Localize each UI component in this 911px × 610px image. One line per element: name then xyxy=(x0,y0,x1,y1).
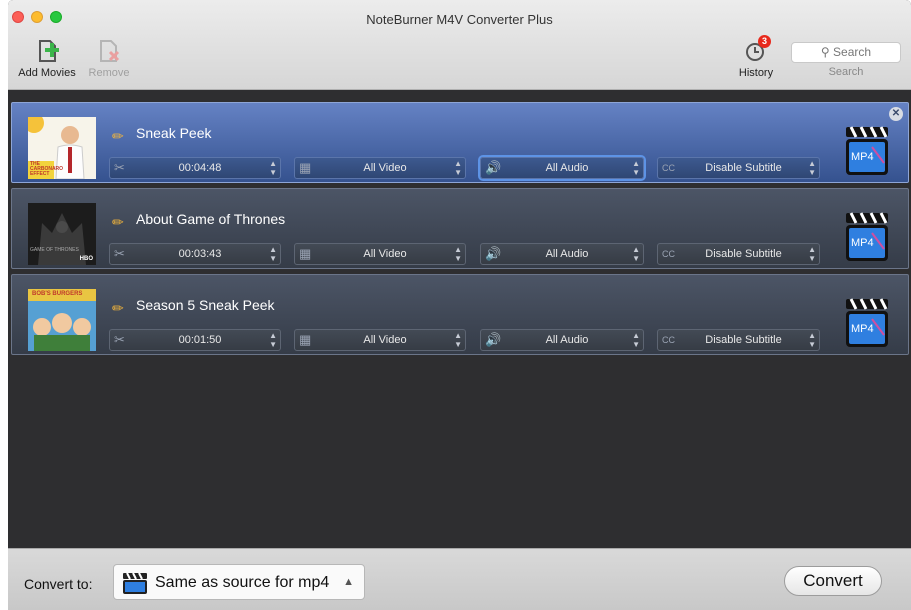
audio-value: All Audio xyxy=(545,248,589,260)
add-movie-icon xyxy=(34,38,60,64)
duration-select[interactable]: ✂ 00:01:50 ▲ ▼ xyxy=(109,329,281,351)
stepper-icon: ▲ ▼ xyxy=(808,245,816,263)
movie-title: About Game of Thrones xyxy=(136,211,286,227)
subtitle-value: Disable Subtitle xyxy=(705,334,782,346)
stepper-icon: ▲ ▼ xyxy=(632,331,640,349)
movie-title: Season 5 Sneak Peek xyxy=(136,297,275,313)
search-label: Search xyxy=(828,66,864,78)
stepper-icon: ▲ ▼ xyxy=(808,331,816,349)
chevron-up-icon: ▲ xyxy=(343,576,354,588)
pencil-icon[interactable]: ✏ xyxy=(112,300,124,317)
video-value: All Video xyxy=(363,334,407,346)
speaker-icon: 🔊 xyxy=(485,160,502,175)
stepper-icon: ▲ ▼ xyxy=(269,245,277,263)
cc-icon: CC xyxy=(662,163,675,173)
history-badge: 3 xyxy=(758,35,771,48)
movie-thumbnail: BOB'S BURGERS xyxy=(28,289,96,351)
window-title: NoteBurner M4V Converter Plus xyxy=(366,12,553,27)
remove-movie-icon xyxy=(96,38,122,64)
movie-title: Sneak Peek xyxy=(136,125,212,141)
search-placeholder: Search xyxy=(833,45,872,59)
film-icon: ▦ xyxy=(299,332,312,347)
audio-select[interactable]: 🔊 All Audio ▲ ▼ xyxy=(480,243,644,265)
movie-thumbnail: THE CARBONARO EFFECT xyxy=(28,117,96,179)
history-label: History xyxy=(738,67,774,79)
bottom-bar: Convert to: Same as source for mp4 ▲ Con… xyxy=(8,548,911,610)
scissors-icon: ✂ xyxy=(114,246,125,261)
duration-select[interactable]: ✂ 00:03:43 ▲ ▼ xyxy=(109,243,281,265)
pencil-icon[interactable]: ✏ xyxy=(112,214,124,231)
convert-to-label: Convert to: xyxy=(24,576,93,592)
duration-select[interactable]: ✂ 00:04:48 ▲ ▼ xyxy=(109,157,281,179)
poster-text: THE CARBONARO EFFECT xyxy=(30,161,64,177)
speaker-icon: 🔊 xyxy=(485,332,502,347)
subtitle-select[interactable]: CC Disable Subtitle ▲ ▼ xyxy=(657,243,820,265)
audio-value: All Audio xyxy=(545,334,589,346)
video-select[interactable]: ▦ All Video ▲ ▼ xyxy=(294,329,466,351)
video-value: All Video xyxy=(363,162,407,174)
convert-button[interactable]: Convert xyxy=(784,566,882,596)
mp4-label: MP4 xyxy=(851,151,874,163)
mp4-label: MP4 xyxy=(851,237,874,249)
history-clock-icon: 3 xyxy=(743,35,771,64)
movie-item[interactable]: GAME OF THRONES HBO ✏ About Game of Thro… xyxy=(11,188,909,269)
audio-select[interactable]: 🔊 All Audio ▲ ▼ xyxy=(480,157,644,179)
film-icon: ▦ xyxy=(299,246,312,261)
poster-brand: HBO xyxy=(79,256,93,262)
movie-thumbnail: GAME OF THRONES HBO xyxy=(28,203,96,265)
stepper-icon: ▲ ▼ xyxy=(632,245,640,263)
audio-select[interactable]: 🔊 All Audio ▲ ▼ xyxy=(480,329,644,351)
remove-button[interactable]: Remove xyxy=(86,38,132,79)
search-input[interactable]: ⚲ Search xyxy=(791,42,901,63)
subtitle-select[interactable]: CC Disable Subtitle ▲ ▼ xyxy=(657,157,820,179)
clapper-icon xyxy=(122,571,148,600)
history-button[interactable]: 3 History xyxy=(728,35,784,79)
film-icon: ▦ xyxy=(299,160,312,175)
stepper-icon: ▲ ▼ xyxy=(808,159,816,177)
mp4-label: MP4 xyxy=(851,323,874,335)
mp4-clapper-icon[interactable]: MP4 xyxy=(842,117,890,177)
stepper-icon: ▲ ▼ xyxy=(269,159,277,177)
app-window: NoteBurner M4V Converter Plus Add Movies… xyxy=(8,0,911,610)
subtitle-value: Disable Subtitle xyxy=(705,248,782,260)
duration-value: 00:04:48 xyxy=(178,162,222,174)
video-value: All Video xyxy=(363,248,407,260)
movie-item[interactable]: THE CARBONARO EFFECT ✏ Sneak Peek ✂ 00:0… xyxy=(11,102,909,183)
close-icon[interactable]: ✕ xyxy=(889,107,903,121)
stepper-icon: ▲ ▼ xyxy=(454,159,462,177)
subtitle-select[interactable]: CC Disable Subtitle ▲ ▼ xyxy=(657,329,820,351)
stepper-icon: ▲ ▼ xyxy=(632,159,640,177)
poster-text: BOB'S BURGERS xyxy=(32,291,83,297)
stepper-icon: ▲ ▼ xyxy=(454,331,462,349)
speaker-icon: 🔊 xyxy=(485,246,502,261)
duration-value: 00:01:50 xyxy=(178,334,222,346)
audio-value: All Audio xyxy=(545,162,589,174)
format-value: Same as source for mp4 xyxy=(155,574,330,591)
scissors-icon: ✂ xyxy=(114,160,125,175)
output-format-select[interactable]: Same as source for mp4 ▲ xyxy=(113,564,365,600)
movie-item[interactable]: BOB'S BURGERS ✏ Season 5 Sneak Peek ✂ 00… xyxy=(11,274,909,355)
search-tool: ⚲ Search Search xyxy=(788,42,904,78)
stepper-icon: ▲ ▼ xyxy=(269,331,277,349)
mp4-clapper-icon[interactable]: MP4 xyxy=(842,203,890,263)
remove-label: Remove xyxy=(88,67,130,79)
stepper-icon: ▲ ▼ xyxy=(454,245,462,263)
add-movies-button[interactable]: Add Movies xyxy=(16,38,78,79)
video-select[interactable]: ▦ All Video ▲ ▼ xyxy=(294,243,466,265)
mp4-clapper-icon[interactable]: MP4 xyxy=(842,289,890,349)
pencil-icon[interactable]: ✏ xyxy=(112,128,124,145)
video-select[interactable]: ▦ All Video ▲ ▼ xyxy=(294,157,466,179)
search-icon: ⚲ xyxy=(820,45,830,59)
scissors-icon: ✂ xyxy=(114,332,125,347)
title-toolbar: NoteBurner M4V Converter Plus Add Movies… xyxy=(8,0,911,90)
movie-list: THE CARBONARO EFFECT ✏ Sneak Peek ✂ 00:0… xyxy=(8,90,911,548)
add-movies-label: Add Movies xyxy=(18,67,76,79)
subtitle-value: Disable Subtitle xyxy=(705,162,782,174)
poster-text: GAME OF THRONES xyxy=(30,247,79,253)
duration-value: 00:03:43 xyxy=(178,248,222,260)
cc-icon: CC xyxy=(662,335,675,345)
cc-icon: CC xyxy=(662,249,675,259)
